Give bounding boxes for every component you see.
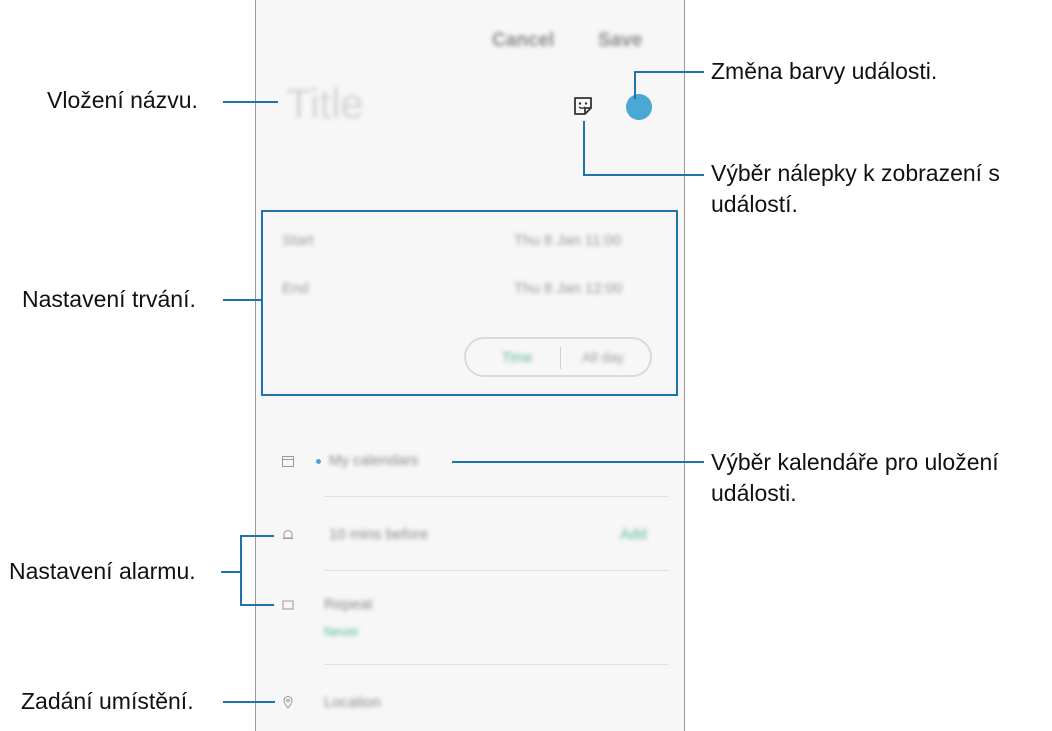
callout-line-color — [634, 71, 704, 73]
callout-line-sticker — [583, 121, 585, 175]
callout-line-alarm — [240, 535, 242, 606]
sticker-icon[interactable] — [572, 95, 594, 117]
annotation-location: Zadání umístění. — [21, 688, 194, 714]
annotation-color: Změna barvy události. — [711, 58, 938, 84]
annotation-sticker: Výběr nálepky k zobrazení s událostí. — [711, 160, 1000, 217]
annotation-title: Vložení názvu. — [47, 87, 198, 113]
annotation-alarm: Nastavení alarmu. — [9, 558, 196, 584]
divider — [324, 664, 669, 665]
callout-line-location — [223, 701, 275, 703]
divider — [324, 496, 669, 497]
bell-icon — [283, 530, 293, 539]
annotation-duration: Nastavení trvání. — [22, 286, 196, 312]
callout-line-duration — [223, 299, 261, 301]
event-color-button[interactable] — [626, 94, 652, 120]
repeat-value: Never — [324, 624, 359, 639]
callout-line-alarm — [221, 571, 241, 573]
location-input[interactable]: Location — [324, 694, 381, 711]
callout-line-calendar — [452, 461, 704, 463]
callout-line-alarm — [240, 535, 274, 537]
calendar-icon — [282, 456, 294, 467]
alarm-value[interactable]: 10 mins before — [329, 526, 428, 543]
callout-line-title — [223, 101, 278, 103]
callout-line-alarm — [240, 604, 274, 606]
save-button[interactable]: Save — [598, 30, 642, 52]
cancel-button[interactable]: Cancel — [492, 30, 554, 52]
location-pin-icon — [283, 696, 293, 709]
duration-highlight-box — [261, 210, 678, 396]
annotation-calendar: Výběr kalendáře pro uložení události. — [711, 449, 999, 506]
calendar-color-dot — [316, 459, 321, 464]
divider — [324, 570, 669, 571]
repeat-label[interactable]: Repeat — [324, 596, 372, 613]
calendar-select[interactable]: My calendars — [329, 452, 418, 469]
title-input[interactable]: Title — [286, 80, 364, 128]
callout-line-sticker — [583, 174, 704, 176]
repeat-icon — [282, 600, 294, 610]
add-alarm-button[interactable]: Add — [620, 526, 647, 543]
callout-line-color — [634, 71, 636, 99]
